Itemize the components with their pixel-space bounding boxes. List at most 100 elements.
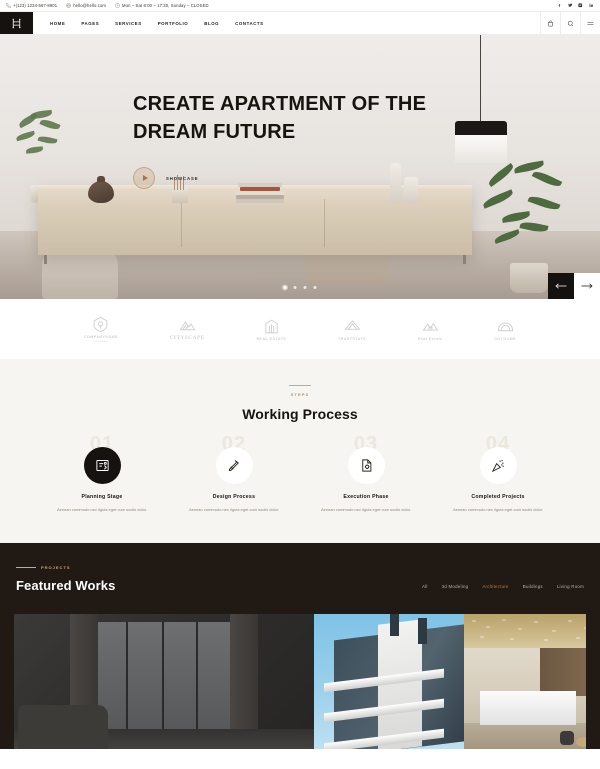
reception-counter — [480, 691, 576, 726]
dome-logo — [497, 321, 513, 331]
portfolio-item-3[interactable] — [464, 614, 586, 750]
hero-title: CREATE APARTMENT OF THE DREAM FUTURE — [133, 91, 426, 146]
window-wall — [92, 622, 232, 732]
pencil-cup — [172, 175, 188, 203]
lamp-cord — [480, 35, 481, 121]
slider-prev-button[interactable] — [548, 273, 574, 299]
hero-cta-label: SHOWCASE — [166, 175, 199, 181]
nav-item-home[interactable]: HOME — [42, 21, 73, 26]
top-bar: +(123) 1234-567-8901 hello@hello.com Mon… — [0, 0, 600, 12]
featured-works-heading-block: PROJECTS Featured Works — [16, 565, 115, 593]
envelope-icon — [66, 3, 72, 8]
menu-icon[interactable] — [580, 11, 600, 35]
filter-buildings[interactable]: Buildings — [523, 584, 543, 589]
topbar-email[interactable]: hello@hello.com — [66, 3, 106, 8]
section-header: STEPS Working Process — [0, 385, 600, 422]
client-logo-real-estate[interactable]: REAL ESTATE — [256, 318, 286, 341]
step-icon-circle[interactable] — [347, 447, 385, 484]
topbar-hours-text: Mon – Sat 8:00 – 17:30, Sunday – CLOSED — [122, 3, 209, 8]
instagram-icon[interactable] — [578, 3, 583, 8]
filter-all[interactable]: All — [422, 584, 428, 589]
document-gear-icon — [361, 459, 371, 472]
step-title: Completed Projects — [471, 494, 525, 500]
client-logo-real-estate-2[interactable]: Real Estate — [418, 318, 443, 341]
hero-cta[interactable]: SHOWCASE — [133, 167, 426, 190]
nav-item-services[interactable]: SERVICES — [107, 21, 150, 26]
client-logo-companyname[interactable]: COMPANYNAME real estate — [84, 316, 118, 343]
house-shield-logo — [94, 316, 108, 332]
nav-item-pages[interactable]: PAGES — [73, 21, 107, 26]
step-description: Aenean commodo nec ligula eget cum socii… — [56, 507, 148, 512]
process-step-4: 04 Completed Projects Aenean commodo nec… — [432, 433, 564, 513]
slider-dot-4[interactable] — [313, 286, 317, 289]
working-process-section: STEPS Working Process 01 Planning Stage … — [0, 359, 600, 544]
play-icon[interactable] — [133, 167, 155, 190]
filter-3d-modeling[interactable]: 3d Modeling — [442, 584, 469, 589]
clock-icon — [115, 3, 120, 8]
step-description: Aenean commodo nec ligula eget cum socii… — [452, 507, 544, 512]
phone-icon — [6, 3, 11, 8]
round-vase — [88, 176, 114, 203]
works-eyebrow-row: PROJECTS — [16, 565, 115, 570]
client-logo-dotdome[interactable]: DOTDOME — [494, 318, 516, 341]
slider-next-button[interactable] — [574, 273, 600, 299]
topbar-phone-text: +(123) 1234-567-8901 — [13, 3, 58, 8]
hero-title-line2: DREAM FUTURE — [133, 120, 296, 143]
step-description: Aenean commodo nec ligula eget cum socii… — [320, 507, 412, 512]
client-logo-truststate[interactable]: TRUSTSTATE — [338, 318, 366, 341]
works-eyebrow: PROJECTS — [41, 565, 71, 571]
section-rule — [289, 385, 311, 386]
process-steps: 01 Planning Stage Aenean commodo nec lig… — [0, 433, 600, 513]
building-logo — [265, 319, 278, 333]
nav-item-contacts[interactable]: CONTACTS — [227, 21, 271, 26]
pencil-ruler-icon — [228, 460, 239, 471]
step-icon-circle[interactable] — [215, 447, 253, 484]
step-title: Execution Phase — [343, 494, 389, 500]
nav-item-portfolio[interactable]: PORTFOLIO — [150, 21, 197, 26]
topbar-hours: Mon – Sat 8:00 – 17:30, Sunday – CLOSED — [115, 3, 209, 8]
facebook-icon[interactable] — [557, 3, 562, 8]
client-logos: COMPANYNAME real estate CITYSCAPE REAL E… — [0, 299, 600, 359]
client-name: TRUSTSTATE — [337, 336, 367, 341]
header-spacer — [272, 12, 540, 34]
slider-dot-2[interactable] — [293, 286, 297, 289]
pendant-lamp — [455, 121, 507, 163]
site-logo[interactable] — [0, 12, 33, 34]
client-logo-cityscape[interactable]: CITYSCAPE — [170, 317, 205, 341]
client-name: COMPANYNAME — [83, 334, 118, 339]
portfolio-item-1[interactable] — [14, 614, 314, 750]
step-title: Design Process — [212, 494, 256, 500]
section-title: Working Process — [242, 406, 358, 422]
slider-arrows — [548, 273, 600, 299]
works-title: Featured Works — [16, 578, 116, 594]
slider-dot-1[interactable] — [283, 286, 287, 289]
section-eyebrow: STEPS — [290, 392, 310, 397]
cart-icon[interactable] — [540, 11, 560, 35]
slider-dots — [283, 286, 317, 289]
hero-content: CREATE APARTMENT OF THE DREAM FUTURE SHO… — [133, 91, 426, 190]
step-description: Aenean commodo nec ligula eget cum socii… — [188, 507, 280, 512]
slider-dot-3[interactable] — [303, 286, 307, 289]
twitter-icon[interactable] — [567, 3, 573, 8]
nav-item-blog[interactable]: BLOG — [196, 21, 227, 26]
client-name: DOTDOME — [494, 336, 517, 341]
filter-living-room[interactable]: Living Room — [557, 584, 584, 589]
mountain-home-logo — [422, 322, 439, 331]
search-icon[interactable] — [560, 11, 580, 35]
left-plant — [14, 109, 66, 189]
topbar-email-text: hello@hello.com — [73, 3, 107, 8]
clipboard-plan-icon — [95, 460, 109, 471]
step-icon-circle[interactable] — [479, 447, 517, 484]
site-header: HOME PAGES SERVICES PORTFOLIO BLOG CONTA… — [0, 11, 600, 35]
cityscape-logo — [179, 321, 196, 331]
topbar-phone[interactable]: +(123) 1234-567-8901 — [6, 3, 57, 8]
filter-architecture[interactable]: Architecture — [482, 584, 508, 589]
portfolio-filters: All 3d Modeling Architecture Buildings L… — [422, 584, 584, 593]
ceiling-panel — [464, 614, 586, 649]
client-name: REAL ESTATE — [256, 336, 287, 341]
portfolio-gallery — [14, 614, 586, 750]
roof-logo — [343, 319, 361, 330]
step-icon-circle[interactable] — [83, 447, 121, 484]
portfolio-item-2[interactable] — [314, 614, 464, 750]
linkedin-icon[interactable] — [588, 3, 594, 8]
